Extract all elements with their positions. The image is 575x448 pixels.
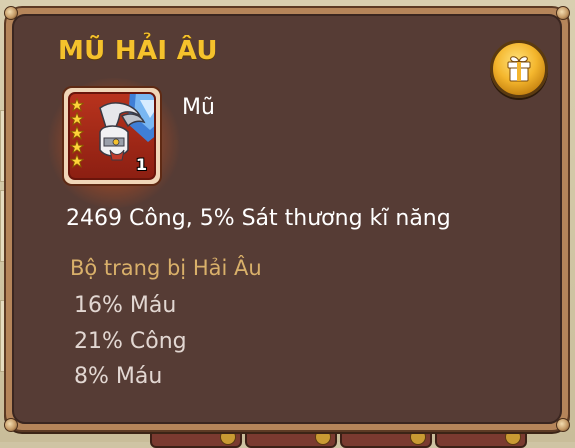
set-bonus-1: 16% Máu: [74, 293, 177, 318]
item-type-label: Mũ: [182, 95, 215, 120]
star-icon: [70, 154, 84, 168]
star-icon: [70, 126, 84, 140]
item-icon-slot[interactable]: 1: [62, 86, 162, 186]
item-title: MŨ HẢI ÂU: [58, 36, 218, 66]
star-icon: [70, 140, 84, 154]
gift-icon: [507, 56, 531, 82]
star-icon: [70, 98, 84, 112]
set-name: Bộ trang bị Hải Âu: [70, 256, 262, 280]
gift-button[interactable]: [490, 40, 548, 98]
star-icon: [70, 112, 84, 126]
item-icon-background: 1: [68, 92, 156, 180]
item-main-stats: 2469 Công, 5% Sát thương kĩ năng: [66, 206, 451, 231]
set-bonus-2: 21% Công: [74, 329, 187, 354]
set-bonus-3: 8% Máu: [74, 364, 163, 389]
item-level: 1: [135, 155, 147, 174]
